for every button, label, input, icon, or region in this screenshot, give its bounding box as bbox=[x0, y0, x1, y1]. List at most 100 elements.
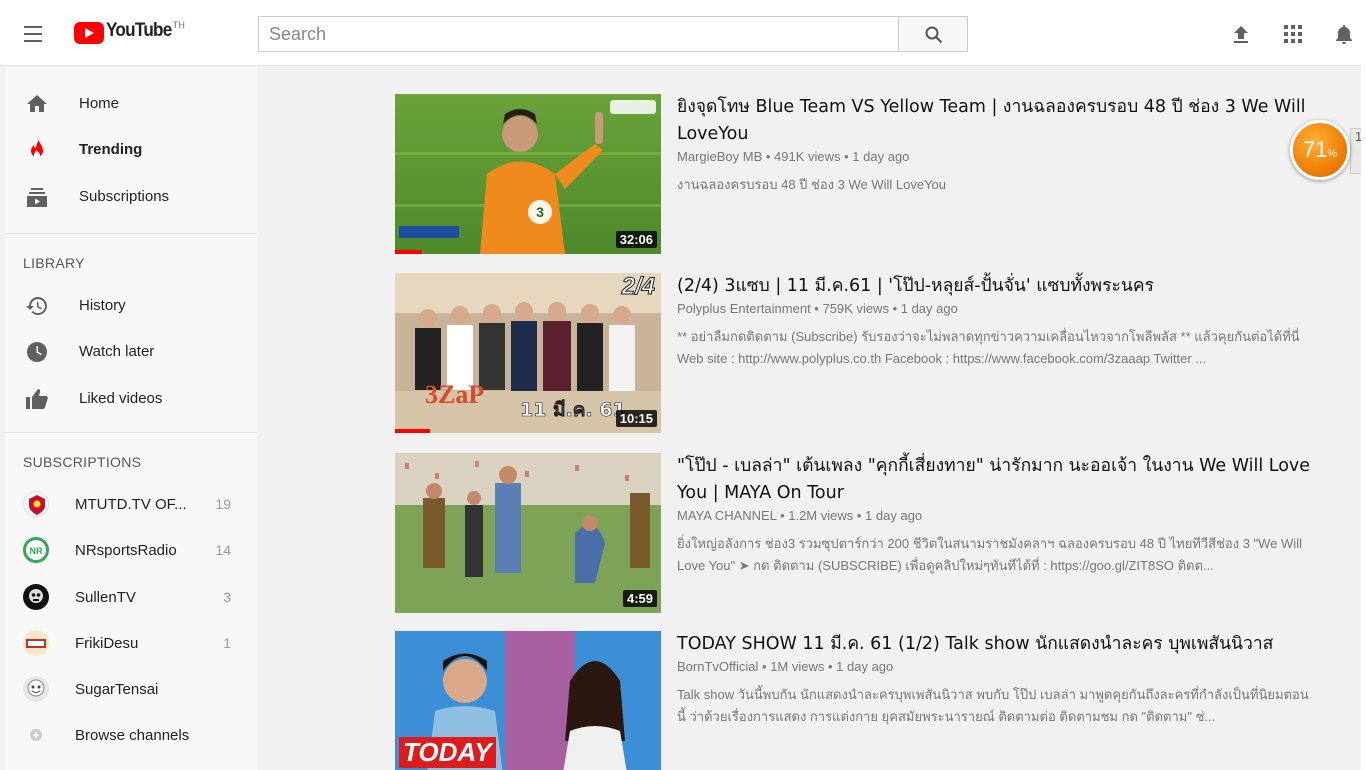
youtube-logo[interactable]: YouTube TH bbox=[74, 20, 185, 48]
subscription-item[interactable]: NR NRsportsRadio 14 bbox=[5, 530, 257, 570]
sidebar-item-label: History bbox=[79, 297, 126, 314]
sidebar-item-liked-videos[interactable]: Liked videos bbox=[5, 376, 257, 420]
top-bar: YouTube TH bbox=[0, 0, 1366, 66]
view-count: 1M views bbox=[770, 659, 825, 674]
watch-progress-bar bbox=[395, 250, 422, 254]
video-duration: 4:59 bbox=[622, 590, 657, 607]
upload-age: 1 day ago bbox=[852, 149, 910, 164]
hamburger-menu-icon[interactable] bbox=[22, 22, 50, 46]
video-meta: BornTvOfficial • 1M views • 1 day ago bbox=[677, 659, 894, 674]
channel-avatar bbox=[23, 491, 49, 517]
subscription-item[interactable]: SugarTensai bbox=[5, 669, 257, 709]
subscription-name: MTUTD.TV OF... bbox=[75, 496, 187, 513]
channel-name[interactable]: BornTvOfficial bbox=[677, 659, 758, 674]
channel-avatar bbox=[23, 630, 49, 656]
video-thumbnail[interactable]: 4:59 bbox=[395, 453, 661, 613]
sidebar-item-watch-later[interactable]: Watch later bbox=[5, 329, 257, 373]
subscriptions-section-title: SUBSCRIPTIONS bbox=[23, 454, 142, 470]
subscription-name: SullenTV bbox=[75, 589, 136, 606]
play-logo-icon bbox=[74, 22, 104, 44]
notifications-bell-icon[interactable] bbox=[1332, 22, 1356, 46]
sidebar-item-label: Home bbox=[79, 95, 120, 112]
upload-age: 1 day ago bbox=[836, 659, 894, 674]
sidebar-item-label: Trending bbox=[79, 141, 143, 158]
channel-name[interactable]: Polyplus Entertainment bbox=[677, 301, 811, 316]
sidebar-item-subscriptions[interactable]: Subscriptions bbox=[5, 174, 257, 218]
video-description: ยิ่งใหญ่อลังการ ช่อง3 รวมซุปตาร์กว่า 200… bbox=[677, 536, 1302, 573]
video-duration: 10:15 bbox=[615, 410, 657, 427]
video-title[interactable]: TODAY SHOW 11 มี.ค. 61 (1/2) Talk show น… bbox=[677, 631, 1317, 658]
subscription-item[interactable]: FrikiDesu 1 bbox=[5, 623, 257, 663]
video-thumbnail[interactable]: TODAY bbox=[395, 631, 661, 770]
video-description: Talk show วันนี้พบกัน นักแสดงนำละครบุพเพ… bbox=[677, 687, 1309, 724]
view-count: 1.2M views bbox=[788, 508, 854, 523]
video-description: ** อย่าลืมกดติดตาม (Subscribe) รับรองว่า… bbox=[677, 329, 1300, 366]
subscription-item[interactable]: MTUTD.TV OF... 19 bbox=[5, 484, 257, 524]
video-meta: MAYA CHANNEL • 1.2M views • 1 day ago bbox=[677, 508, 923, 523]
subscription-count: 1 bbox=[223, 635, 231, 651]
video-thumbnail[interactable]: 3ZaP 2/4 11 มี.ค. 61 10:15 bbox=[395, 273, 661, 433]
upload-icon[interactable] bbox=[1229, 22, 1253, 46]
upload-age: 1 day ago bbox=[865, 508, 923, 523]
subscription-name: NRsportsRadio bbox=[75, 542, 177, 559]
subscription-count: 19 bbox=[215, 496, 231, 512]
thumbs-up-icon bbox=[26, 389, 48, 409]
logo-country: TH bbox=[172, 20, 185, 30]
apps-grid-icon[interactable] bbox=[1281, 22, 1305, 46]
sidebar-item-trending[interactable]: Trending bbox=[5, 127, 257, 171]
add-circle-icon bbox=[23, 722, 49, 748]
subscription-name: SugarTensai bbox=[75, 681, 159, 698]
subscription-name: FrikiDesu bbox=[75, 635, 139, 652]
sidebar-item-label: Watch later bbox=[79, 343, 155, 360]
video-description: งานฉลองครบรอบ 48 ปี ช่อง 3 We Will LoveY… bbox=[677, 177, 947, 192]
today-show-logo: TODAY bbox=[399, 737, 496, 768]
video-meta: Polyplus Entertainment • 759K views • 1 … bbox=[677, 301, 958, 316]
logo-text: YouTube bbox=[106, 20, 172, 41]
channel-avatar bbox=[23, 676, 49, 702]
video-duration: 32:06 bbox=[615, 231, 657, 248]
video-title[interactable]: (2/4) 3แซบ | 11 มี.ค.61 | 'โป๊ป-หลุยส์-ป… bbox=[677, 273, 1317, 300]
episode-label: 2/4 bbox=[621, 273, 655, 301]
view-count: 759K views bbox=[822, 301, 889, 316]
sidebar-item-label: Subscriptions bbox=[79, 188, 170, 205]
badge-value: 71 bbox=[1302, 137, 1328, 162]
sidebar-item-label: Liked videos bbox=[79, 390, 163, 407]
channel-name[interactable]: MargieBoy MB bbox=[677, 149, 762, 164]
video-title[interactable]: ยิงจุดโทษ Blue Team VS Yellow Team | งาน… bbox=[677, 94, 1317, 148]
library-section-title: LIBRARY bbox=[23, 255, 85, 271]
sidebar: Home Trending Subscriptions LIBRARY Hist… bbox=[5, 67, 257, 770]
channel-avatar: NR bbox=[23, 537, 49, 563]
clock-icon bbox=[27, 342, 47, 362]
subscription-count: 3 bbox=[223, 589, 231, 605]
upload-age: 1 day ago bbox=[900, 301, 958, 316]
thumbnail-date: 11 มี.ค. 61 bbox=[520, 399, 626, 422]
channel-avatar bbox=[23, 584, 49, 610]
channel-name[interactable]: MAYA CHANNEL bbox=[677, 508, 776, 523]
view-count: 491K views bbox=[774, 149, 841, 164]
video-title[interactable]: "โป๊ป - เบลล่า" เต้นเพลง "คุกกี้เสี่ยงทา… bbox=[677, 453, 1317, 507]
window-edge bbox=[1361, 0, 1366, 770]
sidebar-item-home[interactable]: Home bbox=[5, 81, 257, 125]
search-icon bbox=[925, 26, 943, 44]
subscription-name: Browse channels bbox=[75, 727, 190, 744]
subscription-item[interactable]: SullenTV 3 bbox=[5, 577, 257, 617]
video-thumbnail[interactable]: 3 32:06 bbox=[395, 94, 661, 254]
flame-icon bbox=[31, 139, 43, 158]
sidebar-item-history[interactable]: History bbox=[5, 283, 257, 327]
sidebar-divider bbox=[5, 233, 257, 234]
badge-unit: % bbox=[1327, 148, 1338, 160]
svg-text:3ZaP: 3ZaP bbox=[425, 380, 484, 409]
video-meta: MargieBoy MB • 491K views • 1 day ago bbox=[677, 149, 910, 164]
svg-text:NR: NR bbox=[30, 546, 43, 556]
percentage-badge[interactable]: 71% bbox=[1290, 120, 1350, 180]
browse-channels[interactable]: Browse channels bbox=[5, 715, 257, 755]
history-icon bbox=[26, 297, 47, 315]
svg-text:3: 3 bbox=[536, 204, 544, 220]
search-button[interactable] bbox=[898, 16, 968, 52]
subscriptions-icon bbox=[27, 188, 47, 207]
sidebar-divider bbox=[5, 432, 257, 433]
watch-progress-bar bbox=[395, 429, 430, 433]
subscription-count: 14 bbox=[215, 542, 231, 558]
home-icon bbox=[27, 95, 47, 112]
search-input[interactable] bbox=[258, 16, 899, 52]
